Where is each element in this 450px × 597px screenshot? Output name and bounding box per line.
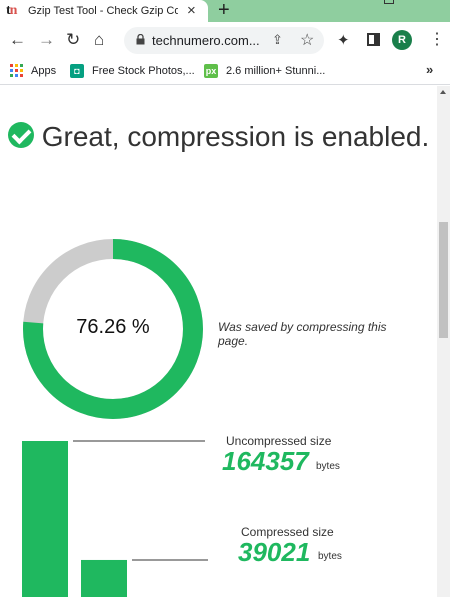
browser-toolbar: ← → ↻ ⌂ technumero.com... ⇪ ☆ ✦ R ⋮ [0, 22, 450, 58]
uncompressed-size-unit: bytes [316, 461, 340, 472]
page-scrollbar[interactable] [437, 86, 450, 597]
bookmark-apps[interactable]: Apps [10, 64, 56, 77]
tab-close-icon[interactable]: × [187, 3, 196, 19]
share-icon[interactable]: ⇪ [272, 32, 283, 48]
side-panel-icon[interactable] [367, 33, 380, 46]
uncompressed-size-value: 164357 [222, 446, 309, 476]
bookmark-free-stock-photos[interactable]: ◘ Free Stock Photos,... [70, 64, 195, 78]
tab-title: Gzip Test Tool - Check Gzip Co [28, 5, 178, 17]
compressed-size-unit: bytes [318, 551, 342, 562]
bookmark-star-icon[interactable]: ☆ [300, 30, 314, 50]
px-site-icon: px [204, 64, 218, 78]
bookmarks-overflow-icon[interactable]: » [426, 62, 433, 77]
compressed-size-value: 39021 [238, 537, 311, 567]
scroll-up-arrow-icon[interactable] [440, 90, 446, 94]
tab-strip: tn Gzip Test Tool - Check Gzip Co × + [0, 0, 450, 22]
bookmark-stunning-photos[interactable]: px 2.6 million+ Stunni... [204, 64, 325, 78]
home-icon[interactable]: ⌂ [94, 30, 104, 50]
url-text: technumero.com... [152, 33, 260, 48]
tab-gzip-test-tool[interactable]: tn Gzip Test Tool - Check Gzip Co × [0, 0, 208, 22]
kebab-menu-icon[interactable]: ⋮ [429, 30, 445, 50]
bookmark-label: Free Stock Photos,... [92, 65, 195, 77]
result-headline: Great, compression is enabled. [0, 120, 437, 153]
address-bar[interactable]: technumero.com... ⇪ ☆ [124, 27, 324, 54]
lock-icon [136, 34, 145, 45]
size-bar-chart [22, 440, 208, 597]
back-icon[interactable]: ← [9, 30, 26, 50]
bookmarks-bar: Apps ◘ Free Stock Photos,... px 2.6 mill… [0, 58, 450, 85]
size-bar-0 [22, 441, 68, 597]
saved-percent-label: 76.26 % [76, 316, 150, 338]
new-tab-icon[interactable]: + [218, 0, 230, 21]
window-restore-icon[interactable] [384, 0, 394, 4]
extensions-puzzle-icon[interactable]: ✦ [337, 31, 350, 49]
headline-text: Great, compression is enabled. [41, 121, 430, 152]
page-content: Great, compression is enabled. 76.26 % W… [0, 86, 437, 597]
scroll-thumb[interactable] [439, 222, 448, 338]
saved-note: Was saved by compressing this page. [218, 320, 387, 348]
bookmark-label: 2.6 million+ Stunni... [226, 65, 326, 77]
forward-icon[interactable]: → [38, 30, 55, 50]
apps-grid-icon [10, 64, 23, 77]
photo-site-icon: ◘ [70, 64, 84, 78]
size-bar-1 [81, 559, 127, 597]
check-circle-icon [7, 122, 34, 148]
reload-icon[interactable]: ↻ [66, 30, 80, 50]
bookmark-label: Apps [31, 64, 57, 77]
site-favicon-icon: tn [6, 3, 17, 18]
profile-avatar[interactable]: R [392, 30, 412, 50]
